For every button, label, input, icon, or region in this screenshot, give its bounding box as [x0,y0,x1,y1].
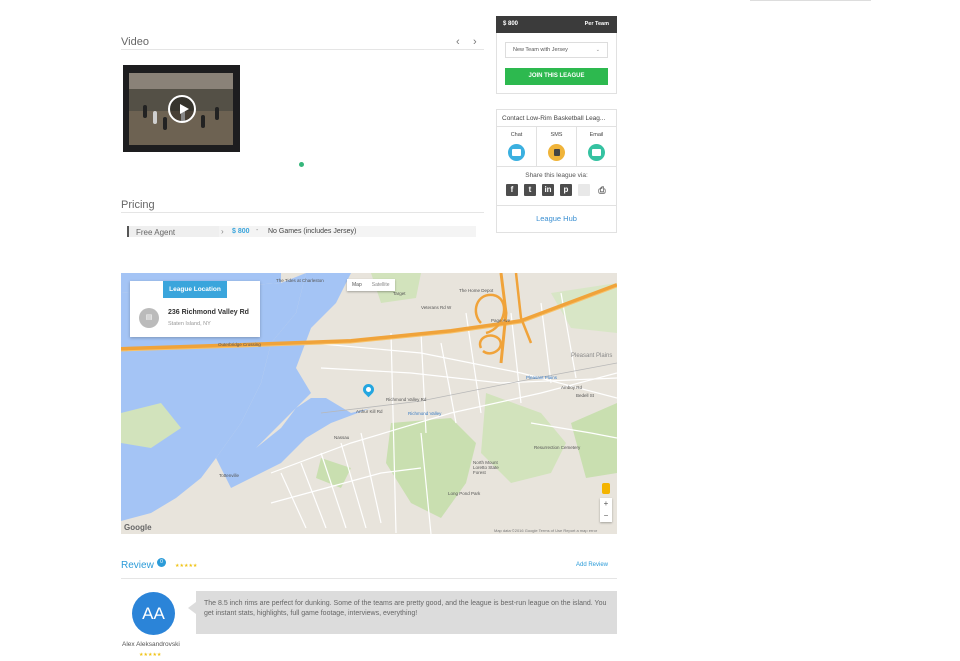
email-icon [588,144,605,161]
video-prev-button[interactable]: ‹ [456,36,460,48]
location-tab: League Location [163,281,227,298]
map-type-map-button[interactable]: Map [347,279,367,291]
facebook-icon[interactable]: f [506,184,518,196]
pricing-row: Free Agent › $ 800 - No Games (includes … [127,226,476,237]
player-figure [215,107,219,120]
review-text: The 8.5 inch rims are perfect for dunkin… [188,591,617,634]
price-unit: Per Team [584,21,609,27]
zoom-out-button[interactable]: − [600,510,612,522]
print-icon[interactable]: ⎙ [596,184,608,196]
map-label: Long Pond Park [448,491,481,496]
map-label: Outerbridge Crossing [218,342,261,347]
carousel-dot[interactable] [299,162,304,167]
price-header: $ 800 Per Team [496,16,617,33]
review-rating-stars: ★★★★★ [175,563,198,569]
top-divider [750,0,871,1]
map-type-satellite-button[interactable]: Satellite [367,279,395,291]
player-figure [153,111,157,124]
pricing-dash: - [256,227,259,234]
contact-box: Contact Low-Rim Basketball Leag... Chat … [496,109,617,233]
contact-title: Contact Low-Rim Basketball Leag... [497,110,616,127]
player-figure [201,115,205,128]
chat-icon [508,144,525,161]
linkedin-icon[interactable]: in [542,184,554,196]
pricing-description: No Games (includes Jersey) [268,228,357,235]
location-city: Staten Island, NY [168,321,211,327]
map-label: Richmond Valley [408,411,442,416]
zoom-control: + − [600,498,612,522]
review-count-badge: 0 [157,558,166,567]
map-label: North Mount Loretto State Forest [473,460,499,475]
league-hub-link[interactable]: League Hub [497,214,616,223]
twitter-icon[interactable]: t [524,184,536,196]
share-label: Share this league via: [525,172,588,179]
review-divider [121,578,617,579]
map-label: Amboy Rd [561,385,583,390]
map-label: The Tides at Charleston [276,278,324,283]
contact-email[interactable]: Email [577,127,616,167]
location-card: League Location ▤ 236 Richmond Valley Rd… [130,281,260,337]
join-league-button[interactable]: JOIN THIS LEAGUE [505,68,608,85]
review-author: Alex Aleksandrovski [122,641,180,648]
review-section-title: Review [121,560,154,571]
map-label: Tottenville [219,473,240,478]
map-label: The Home Depot [459,288,494,293]
location-address: 236 Richmond Valley Rd [168,309,249,316]
player-figure [163,117,167,130]
map-label: Richmond Valley Rd [386,397,427,402]
video-divider [121,49,484,50]
pricing-divider [121,212,484,213]
map-attribution[interactable]: Map data ©2016 Google Terms of Use Repor… [494,528,597,533]
video-thumbnail[interactable] [123,65,240,152]
contact-email-label: Email [589,132,604,138]
team-option-select[interactable]: New Team with Jersey ⌄ [505,42,608,58]
player-figure [143,105,147,118]
pinterest-icon[interactable]: p [560,184,572,196]
league-map[interactable]: The Tides at Charleston Target The Home … [121,273,617,534]
chevron-down-icon: ⌄ [595,47,600,53]
join-box: New Team with Jersey ⌄ JOIN THIS LEAGUE [496,33,617,94]
video-next-button[interactable]: › [473,36,477,48]
hub-divider [497,205,616,206]
pricing-name: Free Agent [136,228,176,237]
map-label: Bedell St [576,393,595,398]
play-icon[interactable] [168,95,196,123]
price-value: $ 800 [503,21,519,27]
map-label: Arthur Kill Rd [356,409,383,414]
team-option-value: New Team with Jersey [513,47,568,53]
map-label: Pleasant Plains [571,353,613,359]
mail-icon[interactable] [578,184,590,196]
map-label: Veterans Rd W [421,305,452,310]
pricing-section-title: Pricing [121,199,155,211]
add-review-link[interactable]: Add Review [576,562,608,568]
map-label: Nassau [334,435,350,440]
zoom-in-button[interactable]: + [600,498,612,510]
map-type-toggle: Map Satellite [347,279,395,291]
video-section-title: Video [121,36,149,48]
contact-sms[interactable]: SMS [537,127,577,167]
contact-chat[interactable]: Chat [497,127,537,167]
sms-icon [548,144,565,161]
pricing-amount: $ 800 [232,228,250,235]
map-label: Target [393,291,406,296]
contact-chat-label: Chat [510,132,523,138]
contact-sms-label: SMS [550,132,563,138]
google-logo: Google [124,523,152,532]
map-label: Resurrection Cemetery [534,445,581,450]
review-author-stars: ★★★★★ [139,652,162,658]
street-view-icon[interactable] [602,483,610,494]
map-label: Page Ave [491,318,511,323]
chevron-right-icon: › [221,227,224,236]
map-label: Pleasant Plains [526,375,558,380]
building-icon: ▤ [139,308,159,328]
avatar: AA [132,592,175,635]
